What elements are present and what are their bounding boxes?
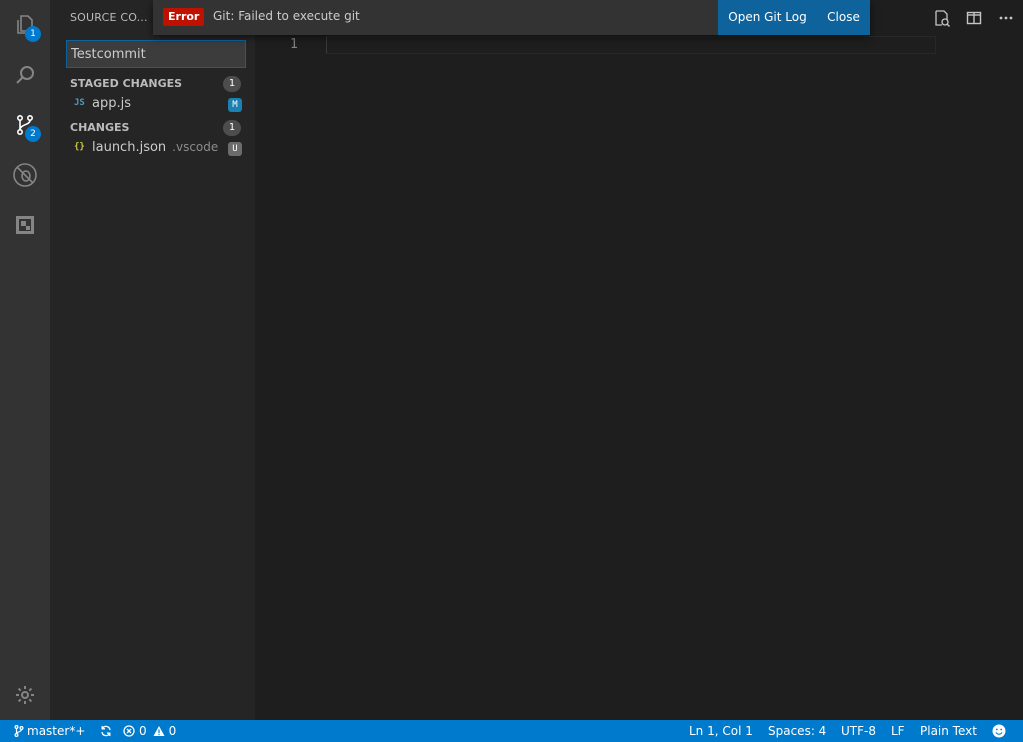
explorer-badge: 1 <box>25 26 41 42</box>
sync-icon <box>101 725 111 737</box>
json-file-icon: {} <box>74 142 85 152</box>
branch-name: master*+ <box>27 724 86 738</box>
split-editor-button[interactable] <box>964 8 984 28</box>
commit-message-input[interactable] <box>66 40 246 68</box>
extensions-icon <box>16 216 34 234</box>
staged-count-badge: 1 <box>223 76 241 92</box>
language-mode[interactable]: Plain Text <box>920 720 977 742</box>
feedback-button[interactable] <box>992 720 1006 742</box>
feedback-smiley-icon <box>992 724 1006 738</box>
current-line-highlight <box>326 36 936 54</box>
git-branch-status[interactable]: master*+ <box>14 720 85 742</box>
changes-header[interactable]: CHANGES <box>70 121 129 134</box>
cursor-position[interactable]: Ln 1, Col 1 <box>689 720 753 742</box>
activity-explorer[interactable]: 1 <box>0 0 50 50</box>
settings-gear-icon <box>16 686 34 704</box>
modified-status-badge: M <box>228 98 242 112</box>
problems-status[interactable]: 0 0 <box>123 720 176 742</box>
warning-count: 0 <box>168 724 177 738</box>
changed-file-launch-json[interactable]: {} launch.json .vscode U <box>70 138 250 160</box>
error-count: 0 <box>139 724 147 738</box>
error-severity-badge: Error <box>163 8 205 26</box>
file-directory: .vscode <box>172 140 219 154</box>
activity-manage[interactable] <box>0 670 50 720</box>
file-name: app.js <box>92 96 131 111</box>
js-file-icon: JS <box>74 98 85 108</box>
notification-message: Git: Failed to execute git <box>213 9 360 23</box>
activity-search[interactable] <box>0 50 50 100</box>
changes-count-badge: 1 <box>223 120 241 136</box>
untracked-status-badge: U <box>228 142 242 156</box>
indentation-status[interactable]: Spaces: 4 <box>768 720 826 742</box>
scm-sidebar: SOURCE CO... STAGED CHANGES 1 JS app.js … <box>50 0 255 720</box>
encoding-status[interactable]: UTF-8 <box>841 720 876 742</box>
split-editor-icon <box>966 11 982 25</box>
git-branch-icon <box>14 725 24 737</box>
warning-icon <box>153 726 165 736</box>
activity-extensions[interactable] <box>0 200 50 250</box>
status-bar: master*+ 0 0 Ln 1, Col 1 Spaces: 4 UTF-8… <box>0 720 1023 742</box>
staged-file-app-js[interactable]: JS app.js M <box>70 94 250 116</box>
activity-bar: 1 2 <box>0 0 50 720</box>
more-actions-button[interactable] <box>996 8 1016 28</box>
error-notification: Error Git: Failed to execute git Open Gi… <box>153 0 870 35</box>
line-number: 1 <box>290 37 298 52</box>
scm-badge: 2 <box>25 126 41 142</box>
more-actions-icon <box>999 16 1013 20</box>
file-name: launch.json .vscode <box>92 140 219 155</box>
debug-icon <box>13 163 37 187</box>
editor-area[interactable]: 1 <box>255 0 1023 720</box>
eol-status[interactable]: LF <box>891 720 905 742</box>
open-changes-icon <box>935 10 950 27</box>
sync-status[interactable] <box>100 720 112 742</box>
open-git-log-button[interactable]: Open Git Log <box>718 0 817 35</box>
search-icon <box>16 66 34 84</box>
open-changes-button[interactable] <box>932 8 952 28</box>
activity-debug[interactable] <box>0 150 50 200</box>
staged-changes-header[interactable]: STAGED CHANGES <box>70 77 182 90</box>
close-notification-button[interactable]: Close <box>817 0 870 35</box>
sidebar-title: SOURCE CO... <box>70 11 148 24</box>
activity-source-control[interactable]: 2 <box>0 100 50 150</box>
error-icon <box>123 725 135 737</box>
